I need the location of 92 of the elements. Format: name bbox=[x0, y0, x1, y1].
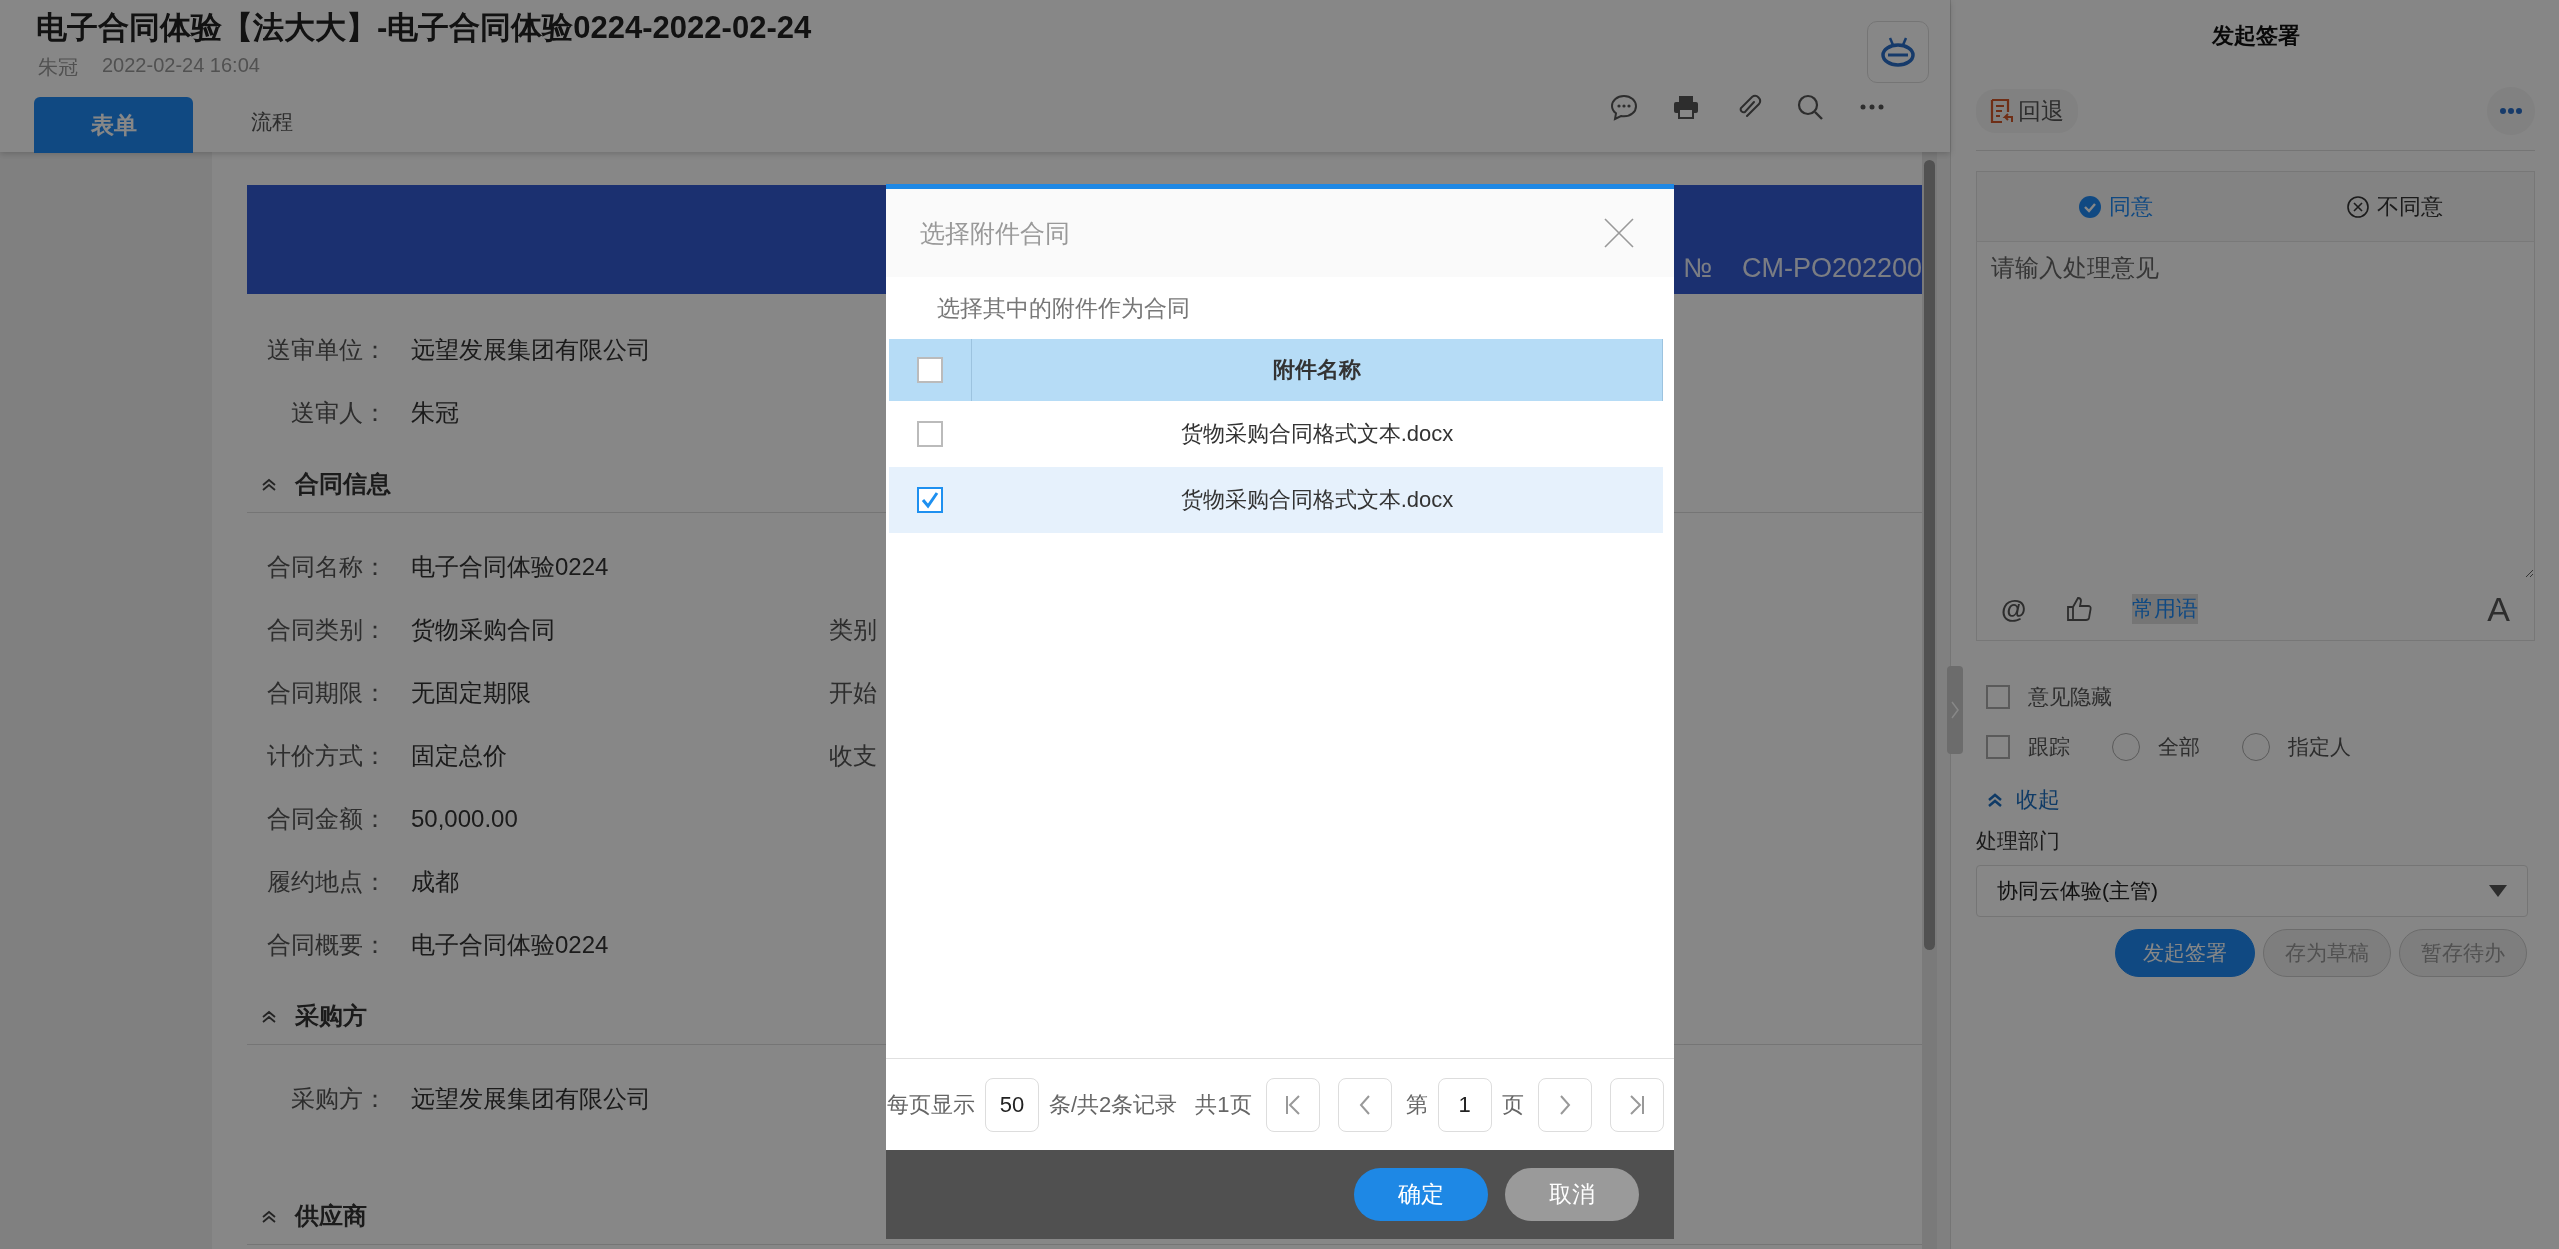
dialog-button[interactable]: 取消 bbox=[1505, 1168, 1639, 1221]
panel-toggle[interactable] bbox=[1947, 666, 1963, 754]
page-number-field[interactable]: 1 bbox=[1437, 1077, 1492, 1132]
next-page-button[interactable] bbox=[1537, 1077, 1592, 1132]
field-label: 计价方式： bbox=[266, 740, 387, 771]
more-icon bbox=[2499, 107, 2523, 115]
double-chevron-icon bbox=[1986, 791, 2004, 809]
field-label: 送审单位： bbox=[266, 334, 387, 365]
opinion-tab[interactable]: 不同意 bbox=[2255, 172, 2534, 241]
option-label: 指定人 bbox=[2288, 734, 2351, 760]
tab[interactable]: 表单 bbox=[34, 97, 193, 153]
last-page-button[interactable] bbox=[1609, 1077, 1664, 1132]
chevron-right-icon bbox=[1950, 700, 1960, 720]
section-title: 合同信息 bbox=[295, 469, 391, 499]
record-count: 条/共2条记录 bbox=[1049, 1090, 1178, 1119]
common-phrases-link[interactable]: 常用语 bbox=[2132, 594, 2199, 624]
comment-icon[interactable] bbox=[1610, 93, 1638, 121]
field-label: 采购方： bbox=[290, 1083, 387, 1114]
pagination-label: 页 bbox=[1501, 1090, 1524, 1119]
mention-button[interactable]: @ bbox=[2001, 593, 2027, 625]
collapse-link[interactable]: 收起 bbox=[1986, 785, 2535, 815]
dialog-subtitle: 选择其中的附件作为合同 bbox=[936, 293, 1191, 323]
field-value: 电子合同体验0224 bbox=[411, 551, 609, 582]
printer-icon[interactable] bbox=[1672, 93, 1700, 121]
field-value: 无固定期限 bbox=[411, 677, 531, 708]
field-value: 固定总价 bbox=[411, 740, 507, 771]
dialog-button[interactable]: 确定 bbox=[1354, 1168, 1488, 1221]
first-page-button[interactable] bbox=[1265, 1077, 1320, 1132]
scrollbar-thumb[interactable] bbox=[1924, 160, 1935, 950]
field-value: 成都 bbox=[411, 866, 459, 897]
number-mark: № bbox=[1682, 253, 1712, 284]
pagination-label: 第 bbox=[1405, 1090, 1428, 1119]
check-circle-icon bbox=[2079, 195, 2102, 218]
collapse-icon[interactable] bbox=[261, 1208, 277, 1224]
file-name: 货物采购合同格式文本.docx bbox=[1180, 487, 1454, 512]
file-name: 货物采购合同格式文本.docx bbox=[1180, 421, 1454, 446]
field-label: 开始 bbox=[829, 677, 877, 708]
checkbox[interactable] bbox=[917, 421, 943, 447]
opinion-field[interactable]: 请输入处理意见 @ 常用语 A bbox=[1976, 242, 2535, 641]
field-value: 远望发展集团有限公司 bbox=[411, 334, 651, 365]
field-label: 收支 bbox=[829, 740, 877, 771]
tab[interactable]: 流程 bbox=[193, 97, 293, 147]
page-title: 电子合同体验【法大大】-电子合同体验0224-2022-02-24 bbox=[35, 9, 813, 47]
page-size-field[interactable]: 50 bbox=[985, 1077, 1039, 1132]
field-label: 合同概要： bbox=[266, 929, 387, 960]
field-value: 朱冠 bbox=[411, 397, 459, 428]
department-select[interactable]: 协同云体验(主管) bbox=[1976, 865, 2528, 917]
field-label: 送审人： bbox=[290, 397, 387, 428]
more-button[interactable] bbox=[2487, 87, 2535, 135]
option-label: 全部 bbox=[2158, 734, 2200, 760]
option-label: 跟踪 bbox=[2028, 734, 2070, 760]
caret-icon bbox=[2489, 885, 2507, 897]
section-title: 采购方 bbox=[295, 1001, 367, 1031]
field-label: 合同类别： bbox=[266, 614, 387, 645]
field-label: 类别 bbox=[829, 614, 877, 645]
collapse-icon[interactable] bbox=[261, 1008, 277, 1024]
page-count: 共1页 bbox=[1195, 1090, 1252, 1119]
return-document-icon bbox=[1990, 98, 2014, 124]
panel-title: 发起签署 bbox=[2210, 22, 2301, 50]
table-row[interactable]: 货物采购合同格式文本.docx bbox=[889, 401, 1663, 467]
search-icon[interactable] bbox=[1796, 93, 1824, 121]
thumbs-up-icon[interactable] bbox=[2066, 596, 2093, 622]
collapse-icon[interactable] bbox=[261, 476, 277, 492]
field-label: 合同金额： bbox=[266, 803, 387, 834]
column-header: 附件名称 bbox=[972, 339, 1663, 401]
field-label: 合同名称： bbox=[266, 551, 387, 582]
option-label: 意见隐藏 bbox=[2028, 684, 2112, 710]
contract-number: CM-PO202200 bbox=[1741, 253, 1922, 284]
action-button[interactable]: 发起签署 bbox=[2115, 929, 2255, 977]
pagination-label: 每页显示 bbox=[887, 1090, 975, 1119]
field-value: 50,000.00 bbox=[411, 804, 518, 833]
back-button[interactable]: 回退 bbox=[1976, 89, 2078, 133]
checkbox[interactable] bbox=[1986, 735, 2010, 759]
field-value: 货物采购合同 bbox=[411, 614, 555, 645]
font-button[interactable]: A bbox=[2487, 589, 2510, 629]
close-icon[interactable] bbox=[1604, 218, 1634, 248]
field-label: 合同期限： bbox=[266, 677, 387, 708]
field-label: 处理部门 bbox=[1976, 828, 2061, 854]
field-value: 电子合同体验0224 bbox=[411, 929, 609, 960]
opinion-tab[interactable]: 同意 bbox=[1977, 172, 2256, 241]
section-title: 供应商 bbox=[295, 1201, 367, 1231]
field-value: 远望发展集团有限公司 bbox=[411, 1083, 651, 1114]
checkbox[interactable] bbox=[1986, 685, 2010, 709]
previous-page-button[interactable] bbox=[1337, 1077, 1392, 1132]
checkbox[interactable] bbox=[917, 357, 943, 383]
checkbox[interactable] bbox=[917, 487, 943, 513]
cross-circle-icon bbox=[2346, 195, 2369, 218]
robot-icon bbox=[1880, 36, 1916, 68]
table-row[interactable]: 货物采购合同格式文本.docx bbox=[889, 467, 1663, 533]
assistant-button[interactable] bbox=[1867, 21, 1929, 83]
field-label: 履约地点： bbox=[266, 866, 387, 897]
dialog-title: 选择附件合同 bbox=[920, 217, 1070, 249]
